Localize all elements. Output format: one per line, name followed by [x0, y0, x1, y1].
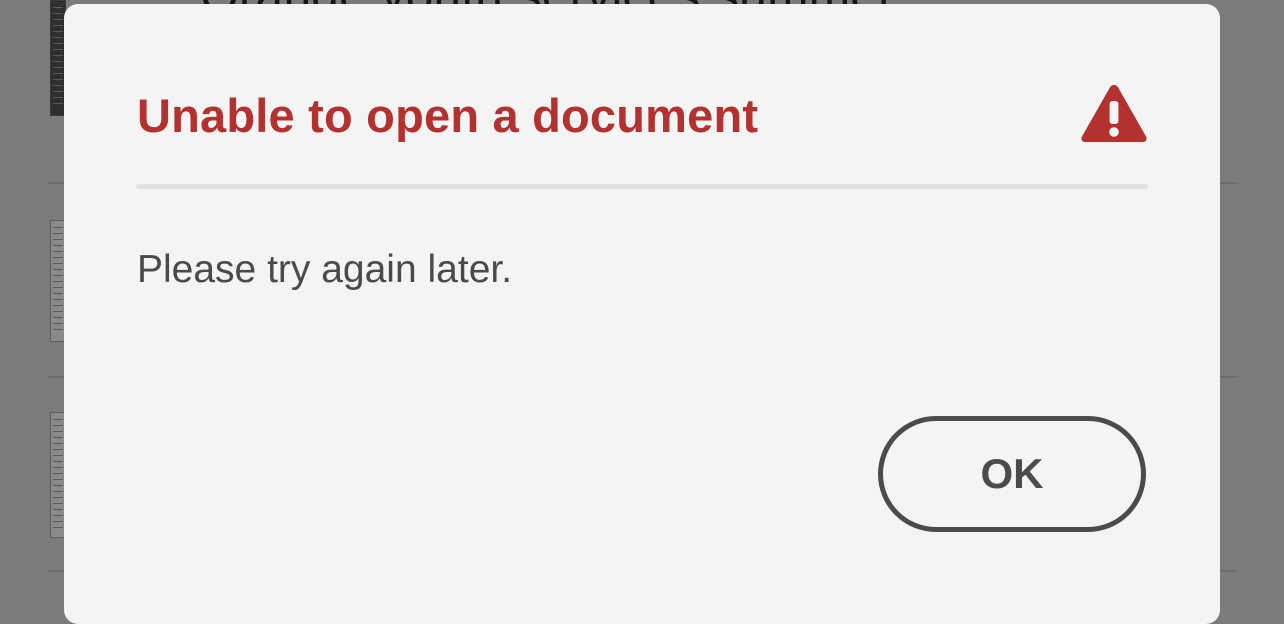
error-dialog: Unable to open a document Please try aga…	[64, 4, 1220, 624]
dialog-title: Unable to open a document	[137, 89, 759, 142]
title-divider	[136, 184, 1148, 189]
ok-button[interactable]: OK	[878, 416, 1146, 532]
dialog-message: Please try again later.	[137, 248, 513, 291]
warning-triangle-icon	[1081, 85, 1147, 142]
